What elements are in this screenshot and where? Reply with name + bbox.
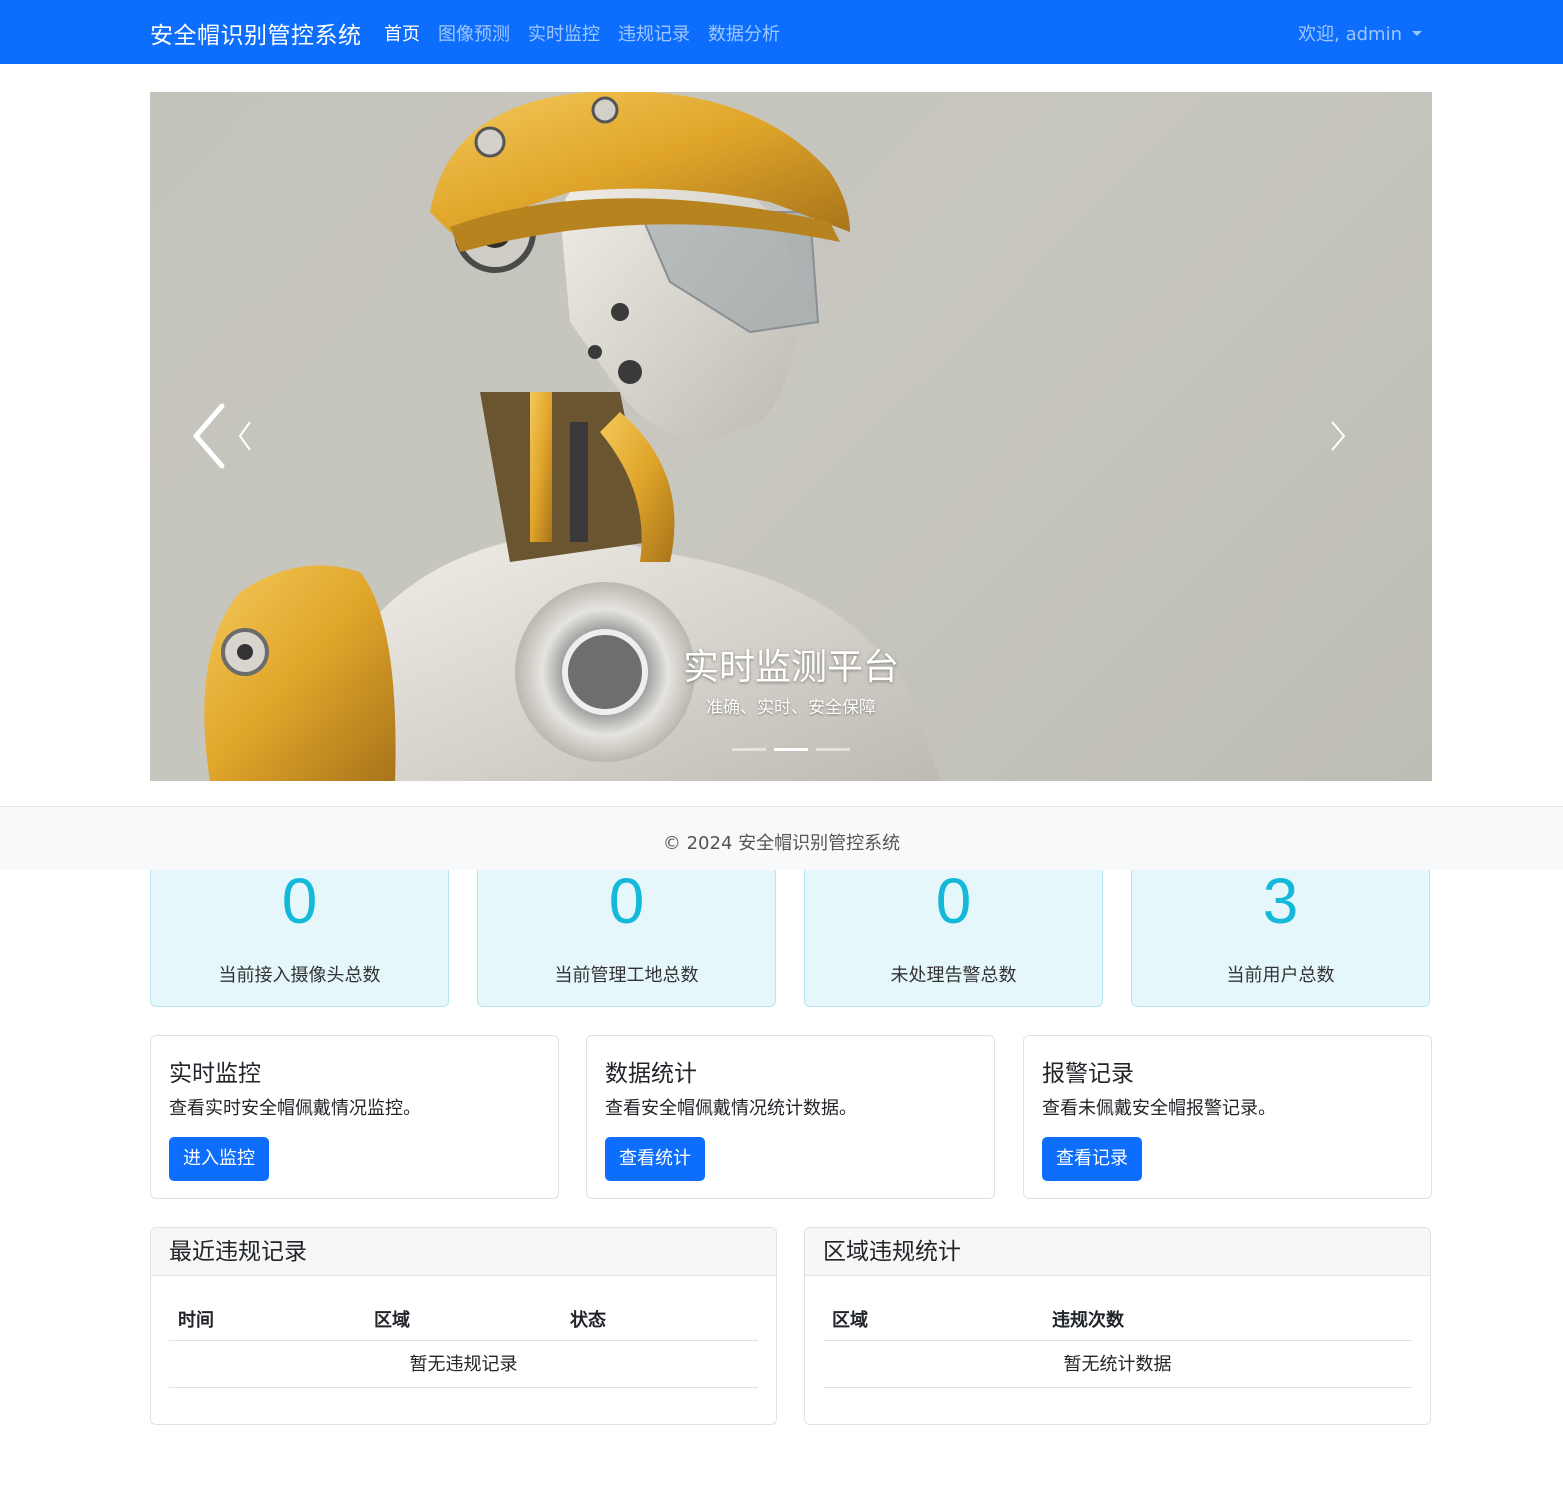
recent-violations-table: 时间 区域 状态 暂无违规记录 — [169, 1294, 758, 1388]
feature-description: 查看未佩戴安全帽报警记录。 — [1042, 1098, 1276, 1119]
nav-menu: 首页 图像预测 实时监控 违规记录 数据分析 — [384, 20, 780, 46]
footer-copyright: © 2024 安全帽识别管控系统 — [662, 833, 901, 854]
user-dropdown[interactable]: 欢迎, admin — [1298, 20, 1422, 46]
caret-down-icon — [1412, 30, 1422, 36]
feature-title: 数据统计 — [605, 1061, 697, 1087]
stat-label: 当前接入摄像头总数 — [218, 965, 381, 986]
column-header-region: 区域 — [832, 1310, 868, 1331]
feature-card-alarms: 报警记录 查看未佩戴安全帽报警记录。 查看记录 — [1023, 1035, 1432, 1199]
column-header-status: 状态 — [570, 1310, 606, 1331]
nav-item-realtime-monitor[interactable]: 实时监控 — [528, 20, 600, 46]
carousel-indicator-3[interactable] — [816, 748, 850, 751]
stat-label: 当前管理工地总数 — [554, 965, 699, 986]
stat-card-users: 3 当前用户总数 — [1131, 865, 1430, 1007]
recent-violations-card: 最近违规记录 时间 区域 状态 暂无违规记录 — [150, 1227, 777, 1425]
card-header: 区域违规统计 — [805, 1228, 1430, 1276]
feature-title: 实时监控 — [169, 1061, 261, 1087]
table-header-row: 区域 违规次数 — [823, 1294, 1412, 1341]
top-navbar: 安全帽识别管控系统 首页 图像预测 实时监控 违规记录 数据分析 欢迎, adm… — [0, 0, 1563, 64]
region-stats-table: 区域 违规次数 暂无统计数据 — [823, 1294, 1412, 1388]
stat-card-cameras: 0 当前接入摄像头总数 — [150, 865, 449, 1007]
stat-value: 0 — [935, 865, 972, 937]
feature-title: 报警记录 — [1042, 1061, 1134, 1087]
carousel-caption-title: 实时监测平台 — [682, 647, 899, 688]
nav-item-violation-records[interactable]: 违规记录 — [618, 20, 690, 46]
table-header-row: 时间 区域 状态 — [169, 1294, 758, 1341]
enter-monitor-button[interactable]: 进入监控 — [169, 1137, 269, 1181]
stat-card-sites: 0 当前管理工地总数 — [477, 865, 776, 1007]
column-header-region: 区域 — [374, 1310, 410, 1331]
carousel-indicator-1[interactable] — [732, 748, 766, 751]
nav-item-image-predict[interactable]: 图像预测 — [438, 20, 510, 46]
footer: © 2024 安全帽识别管控系统 — [0, 806, 1563, 870]
column-header-time: 时间 — [178, 1310, 214, 1331]
brand-title[interactable]: 安全帽识别管控系统 — [150, 16, 362, 50]
region-stats-card: 区域违规统计 区域 违规次数 暂无统计数据 — [804, 1227, 1431, 1425]
table-empty-row: 暂无统计数据 — [823, 1341, 1412, 1388]
stat-value: 0 — [281, 865, 318, 937]
carousel-caption-subtitle: 准确、实时、安全保障 — [706, 698, 876, 718]
stat-value: 0 — [608, 865, 645, 937]
table-empty-row: 暂无违规记录 — [169, 1341, 758, 1388]
hero-carousel: 实时监测平台 准确、实时、安全保障 — [150, 92, 1432, 781]
feature-card-monitor: 实时监控 查看实时安全帽佩戴情况监控。 进入监控 — [150, 1035, 559, 1199]
stat-label: 未处理告警总数 — [890, 965, 1017, 986]
stat-card-alerts: 0 未处理告警总数 — [804, 865, 1103, 1007]
stat-label: 当前用户总数 — [1226, 965, 1335, 986]
carousel-indicator-2[interactable] — [774, 748, 808, 751]
nav-item-home[interactable]: 首页 — [384, 20, 420, 46]
carousel-indicators — [732, 748, 850, 751]
view-statistics-button[interactable]: 查看统计 — [605, 1137, 705, 1181]
user-greeting: 欢迎, admin — [1298, 24, 1402, 45]
feature-description: 查看安全帽佩戴情况统计数据。 — [605, 1098, 857, 1119]
feature-card-statistics: 数据统计 查看安全帽佩戴情况统计数据。 查看统计 — [586, 1035, 995, 1199]
stat-value: 3 — [1262, 865, 1299, 937]
nav-item-data-analysis[interactable]: 数据分析 — [708, 20, 780, 46]
feature-description: 查看实时安全帽佩戴情况监控。 — [169, 1098, 421, 1119]
card-header: 最近违规记录 — [151, 1228, 776, 1276]
view-records-button[interactable]: 查看记录 — [1042, 1137, 1142, 1181]
column-header-violation-count: 违规次数 — [1052, 1310, 1124, 1331]
